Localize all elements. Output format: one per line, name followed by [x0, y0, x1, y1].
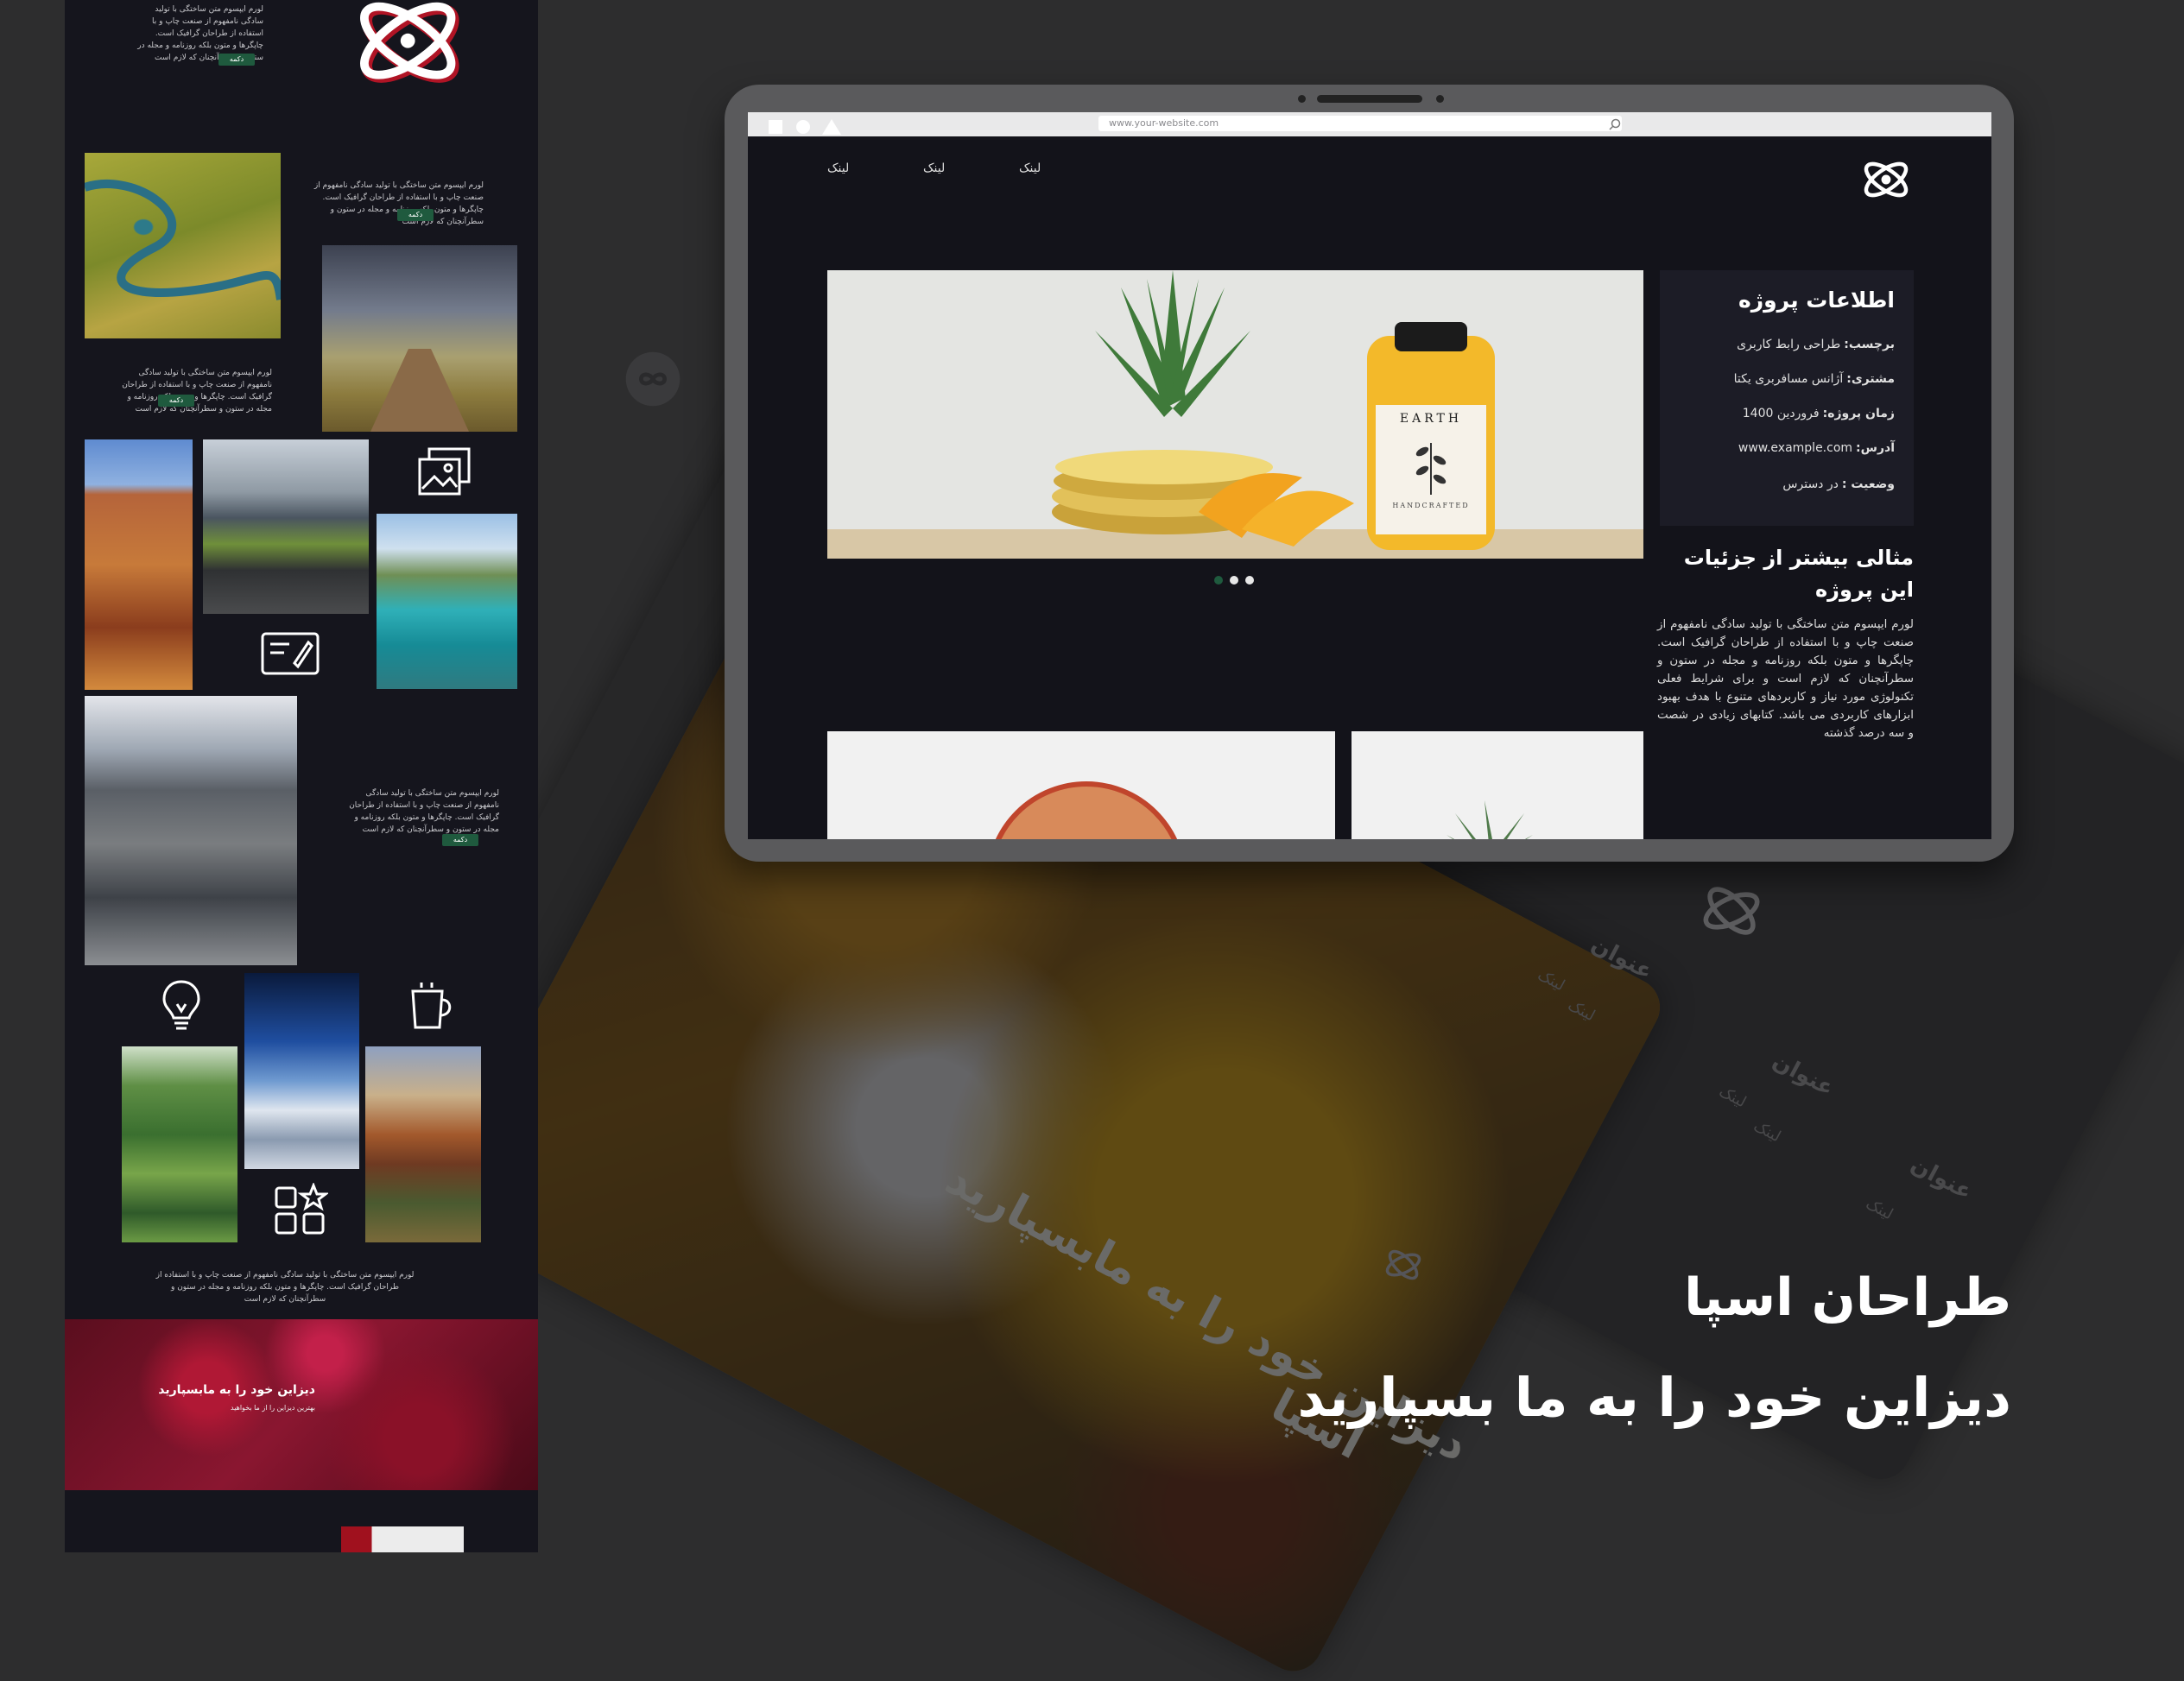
hero-image: EARTH HANDCRAFTED: [827, 270, 1643, 559]
address-bar[interactable]: www.your-website.com: [1098, 116, 1622, 131]
square-icon: [769, 120, 782, 134]
bottle-label: EARTH HANDCRAFTED: [1376, 405, 1486, 534]
lorem-text: لورم ایپسوم متن ساختگی با تولید سادگی نا…: [155, 1271, 415, 1304]
details-title: مثالی بیشتر از جزئیات این پروژه: [1683, 546, 1914, 602]
banner-title: دیزاین خود را به مابسپارید: [158, 1383, 315, 1397]
boardwalk-image: [322, 245, 517, 432]
info-row-address: آدرس: www.example.com: [1738, 441, 1895, 455]
boardwalk-detail: [370, 349, 469, 432]
rock-formation-image: [85, 696, 297, 965]
nav-link-3[interactable]: لینک: [1019, 161, 1041, 175]
black-sand-image: [203, 439, 369, 614]
label-brand: EARTH: [1399, 412, 1463, 426]
river-meadow-image: [83, 153, 285, 338]
info-value: در دسترس: [1782, 477, 1839, 491]
long-page-preview: لورم ایپسوم متن ساختگی با تولید سادگی نا…: [65, 0, 538, 1552]
carousel-dot-active[interactable]: [1214, 576, 1223, 585]
canyon-image: [85, 439, 193, 690]
info-label: برچسب:: [1844, 338, 1895, 351]
brand-logo-icon[interactable]: [1858, 152, 1914, 207]
juice-bottle: EARTH HANDCRAFTED: [1367, 322, 1495, 550]
info-value: طراحی رابط کاربری: [1737, 338, 1841, 351]
browser-toolbar: www.your-website.com: [748, 112, 1991, 136]
camera-dot: [1298, 95, 1306, 103]
info-value: آژانس مسافربری یکتا: [1733, 372, 1844, 386]
leaf-branch-icon: [1415, 443, 1447, 495]
avatar: [341, 1526, 464, 1552]
carousel-dot[interactable]: [1230, 576, 1238, 585]
cta-banner: دیزاین خود را به مابسپارید بهترین دیزاین…: [65, 1319, 538, 1490]
brand-title: طراحان اسپا: [1684, 1267, 2011, 1328]
apps-star-icon: [275, 1183, 328, 1235]
green-button[interactable]: دکمه: [442, 834, 478, 846]
bottle-cap: [1395, 322, 1467, 351]
info-row-date: زمان پروژه:فروردین 1400: [1743, 407, 1895, 420]
carousel-dot[interactable]: [1245, 576, 1254, 585]
nav-link-2[interactable]: لینک: [923, 161, 945, 175]
info-value: فروردین 1400: [1742, 407, 1820, 420]
plate-image: [986, 781, 1187, 839]
brand-logo-icon: [360, 2, 459, 83]
details-body: لورم ایپسوم متن ساختگی با تولید سادگی نا…: [1657, 618, 1914, 740]
info-label: آدرس:: [1856, 441, 1895, 455]
circle-icon: [796, 120, 810, 134]
info-row-status: وضعیت :در دسترس: [1782, 477, 1895, 491]
website-screen: www.your-website.com لینک لینک لینک EART…: [748, 112, 1991, 839]
project-thumbnail-2[interactable]: [1352, 731, 1643, 839]
infinity-icon: [625, 351, 681, 407]
design-tablet-icon: [261, 632, 320, 675]
info-label: وضعیت :: [1841, 477, 1895, 491]
project-thumbnail-1[interactable]: [827, 731, 1335, 839]
green-hills-image: [122, 1046, 237, 1242]
coffee-cup-icon: [411, 983, 452, 1029]
gallery-icon: [418, 447, 471, 496]
nav-link-1[interactable]: لینک: [827, 161, 849, 175]
label-subtext: HANDCRAFTED: [1392, 502, 1470, 509]
info-value[interactable]: www.example.com: [1738, 441, 1852, 455]
brand-tagline: دیزاین خود را به ما بسپارید: [1297, 1366, 2011, 1429]
banner-subtitle: بهترین دیزاین را از ما بخواهید: [231, 1404, 315, 1412]
lorem-text: لورم ایپسوم متن ساختگی با تولید سادگی نا…: [349, 789, 499, 834]
mountain-ridge-image: [365, 1046, 481, 1242]
green-button[interactable]: دکمه: [397, 209, 434, 221]
aloe-plant-image: [1447, 800, 1533, 839]
lake-cliff-image: [377, 514, 517, 689]
search-icon[interactable]: [1609, 118, 1621, 130]
lightbulb-icon: [162, 980, 200, 1030]
lorem-text: لورم ایپسوم متن ساختگی با تولید سادگی نا…: [122, 369, 272, 414]
info-label: زمان پروژه:: [1822, 407, 1895, 420]
river-path-image-detail: [83, 180, 285, 300]
info-row-client: مشتری:آژانس مسافربری یکتا: [1734, 372, 1895, 386]
snowy-mountains-aerial-image: [244, 973, 359, 1169]
speaker-grille: [1317, 95, 1422, 103]
triangle-icon: [822, 119, 841, 135]
info-row-tag: برچسب:طراحی رابط کاربری: [1737, 338, 1895, 351]
mango-image: [1199, 473, 1354, 547]
info-label: مشتری:: [1846, 372, 1895, 386]
camera-dot: [1436, 95, 1444, 103]
tablet-mockup: www.your-website.com لینک لینک لینک EART…: [725, 85, 2014, 862]
project-info-card: اطلاعات پروژه برچسب:طراحی رابط کاربری مش…: [1660, 270, 1914, 526]
green-button[interactable]: دکمه: [158, 395, 194, 407]
green-button[interactable]: دکمه: [218, 54, 255, 66]
project-info-title: اطلاعات پروژه: [1738, 288, 1895, 313]
